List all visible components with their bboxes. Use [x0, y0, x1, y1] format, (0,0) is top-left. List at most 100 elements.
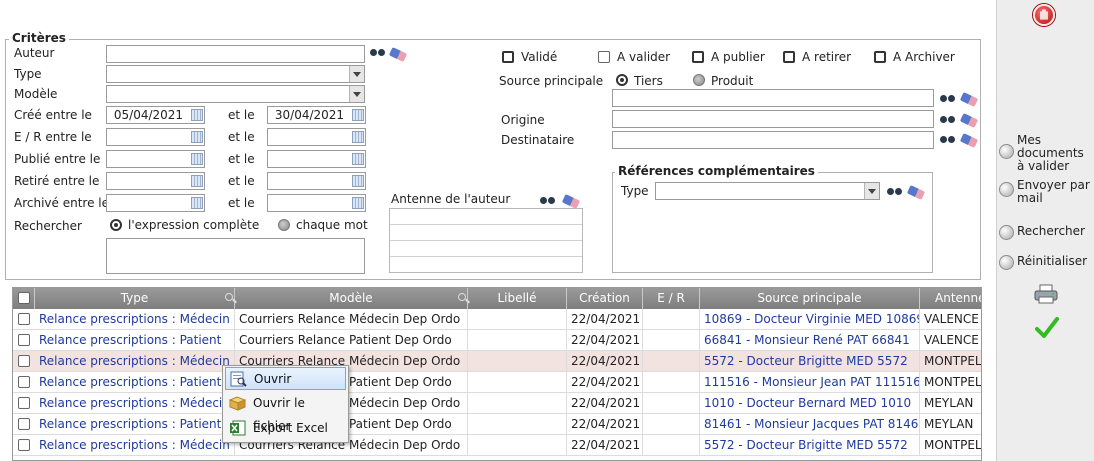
origine-input[interactable] — [612, 110, 934, 128]
status-checkbox-a-valider[interactable] — [598, 51, 610, 63]
table-cell-empty — [643, 309, 700, 330]
table-row[interactable]: Relance prescriptions : Médecin Courriers… — [13, 435, 981, 456]
column-header-creation[interactable]: Création — [567, 288, 643, 309]
table-row[interactable]: Relance prescriptions : Médecin Courriers… — [13, 351, 981, 372]
row-checkbox[interactable] — [18, 334, 30, 346]
table-row[interactable]: Relance prescriptions : Médecin Courriers… — [13, 309, 981, 330]
calendar-icon[interactable] — [352, 197, 364, 209]
calendar-icon[interactable] — [191, 153, 203, 165]
table-cell-source[interactable]: 66841 - Monsieur René PAT 66841 — [700, 330, 920, 351]
refs-type-select[interactable] — [655, 182, 880, 200]
binoculars-icon[interactable] — [887, 185, 904, 196]
status-checkbox-a-retirer[interactable] — [783, 51, 795, 63]
table-cell-source[interactable]: 1010 - Docteur Bernard MED 1010 — [700, 393, 920, 414]
reinitialiser-label: Réinitialiser — [1017, 254, 1088, 268]
table-cell-modele: Courriers Relance Patient Dep Ordo — [235, 330, 468, 351]
status-checkbox-a-archiver[interactable] — [874, 51, 886, 63]
table-cell-type[interactable]: Relance prescriptions : Médecin — [35, 435, 235, 456]
binoculars-icon[interactable] — [370, 46, 387, 57]
mes-documents-label: Mes documents à valider — [1017, 133, 1084, 173]
table-cell-type[interactable]: Relance prescriptions : Médecin — [35, 351, 235, 372]
column-header-type[interactable]: Type — [35, 288, 235, 309]
search-icon[interactable] — [225, 293, 233, 301]
binoculars-icon[interactable] — [940, 113, 957, 124]
et-label: et le — [228, 196, 255, 210]
table-cell-type[interactable]: Relance prescriptions : Patient — [35, 372, 235, 393]
source-produit-label: Produit — [711, 74, 754, 88]
stop-icon[interactable] — [1033, 4, 1055, 26]
table-row[interactable]: Relance prescriptions : PatientCourriers… — [13, 414, 981, 435]
search-icon[interactable] — [458, 293, 466, 301]
archive-to-date[interactable] — [267, 194, 366, 212]
cree-from-date[interactable]: 05/04/2021 — [106, 106, 205, 124]
search-mode-word-radio[interactable] — [278, 219, 290, 231]
printer-icon[interactable] — [1034, 284, 1058, 304]
source-label: Source principale — [499, 74, 604, 88]
source-tiers-radio[interactable] — [616, 74, 628, 86]
table-cell-source[interactable]: 5572 - Docteur Brigitte MED 5572 — [700, 435, 920, 456]
context-menu-item-ouvrir-fichier[interactable]: Ouvrir le fichier — [225, 392, 346, 433]
search-mode-complete-radio[interactable] — [110, 219, 122, 231]
destinataire-label: Destinataire — [501, 133, 575, 147]
calendar-icon[interactable] — [191, 175, 203, 187]
context-menu-item-ouvrir[interactable]: Ouvrir — [225, 367, 346, 390]
type-select[interactable] — [106, 65, 365, 83]
column-header-antenne[interactable]: Antenne — [920, 288, 981, 309]
publie-from-date[interactable] — [106, 150, 205, 168]
status-checkbox-valide[interactable] — [502, 51, 514, 63]
row-checkbox[interactable] — [18, 313, 30, 325]
table-cell-empty — [643, 330, 700, 351]
table-cell-type[interactable]: Relance prescriptions : Médecin — [35, 309, 235, 330]
column-header-er[interactable]: E / R — [643, 288, 700, 309]
column-header-modele[interactable]: Modèle — [235, 288, 468, 309]
table-cell-antenne: MONTPELLIER — [920, 372, 981, 393]
calendar-icon[interactable] — [352, 109, 364, 121]
row-checkbox[interactable] — [18, 418, 30, 430]
modele-select[interactable] — [106, 85, 365, 103]
row-checkbox[interactable] — [18, 376, 30, 388]
table-row[interactable]: Relance prescriptions : PatientCourriers… — [13, 372, 981, 393]
antenne-list[interactable] — [389, 208, 583, 273]
calendar-icon[interactable] — [191, 109, 203, 121]
calendar-icon[interactable] — [352, 131, 364, 143]
er-to-date[interactable] — [267, 128, 366, 146]
search-text-area[interactable] — [106, 238, 365, 274]
source-produit-radio[interactable] — [693, 74, 705, 86]
binoculars-icon[interactable] — [940, 92, 957, 103]
row-checkbox[interactable] — [18, 355, 30, 367]
status-checkbox-a-publier[interactable] — [692, 51, 704, 63]
et-label: et le — [228, 152, 255, 166]
table-cell-type[interactable]: Relance prescriptions : Médecin — [35, 393, 235, 414]
column-header-libelle[interactable]: Libellé — [468, 288, 567, 309]
binoculars-icon[interactable] — [940, 133, 957, 144]
table-cell-type[interactable]: Relance prescriptions : Patient — [35, 414, 235, 435]
table-row[interactable]: Relance prescriptions : PatientCourriers… — [13, 330, 981, 351]
table-cell-source[interactable]: 10869 - Docteur Virginie MED 10869 — [700, 309, 920, 330]
table-cell-type[interactable]: Relance prescriptions : Patient — [35, 330, 235, 351]
row-checkbox[interactable] — [18, 397, 30, 409]
table-cell-source[interactable]: 5572 - Docteur Brigitte MED 5572 — [700, 351, 920, 372]
table-cell-source[interactable]: 111516 - Monsieur Jean PAT 111516 — [700, 372, 920, 393]
row-checkbox[interactable] — [18, 439, 30, 451]
rechercher-label: Rechercher — [14, 219, 82, 233]
er-from-date[interactable] — [106, 128, 205, 146]
column-header-source[interactable]: Source principale — [700, 288, 920, 309]
retire-to-date[interactable] — [267, 172, 366, 190]
table-row[interactable]: Relance prescriptions : Médecin Courriers… — [13, 393, 981, 414]
select-all-checkbox[interactable] — [18, 292, 30, 304]
retire-from-date[interactable] — [106, 172, 205, 190]
cree-to-date[interactable]: 30/04/2021 — [267, 106, 366, 124]
source-input[interactable] — [612, 89, 934, 107]
binoculars-icon[interactable] — [540, 194, 557, 205]
auteur-input[interactable] — [106, 45, 365, 63]
calendar-icon[interactable] — [352, 153, 364, 165]
calendar-icon[interactable] — [352, 175, 364, 187]
context-menu-item-export-excel[interactable]: Export Excel — [225, 417, 346, 440]
calendar-icon[interactable] — [191, 131, 203, 143]
table-cell-source[interactable]: 81461 - Monsieur Jacques PAT 81461 — [700, 414, 920, 435]
destinataire-input[interactable] — [612, 131, 934, 149]
checkmark-icon[interactable] — [1035, 316, 1059, 340]
calendar-icon[interactable] — [191, 197, 203, 209]
publie-to-date[interactable] — [267, 150, 366, 168]
archive-from-date[interactable] — [106, 194, 205, 212]
